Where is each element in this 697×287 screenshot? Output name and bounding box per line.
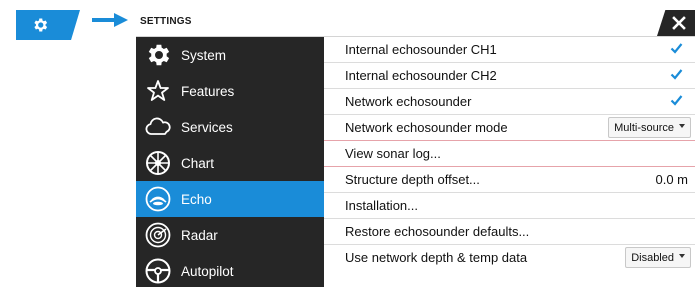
settings-dialog: SETTINGS System Features Services Chart …: [136, 10, 695, 287]
close-button[interactable]: [657, 10, 695, 36]
steering-wheel-icon: [145, 258, 171, 284]
network-mode-dropdown[interactable]: Multi-source: [608, 117, 691, 138]
sidebar: System Features Services Chart Echo Rada…: [136, 37, 324, 287]
chart-wheel-icon: [146, 151, 170, 175]
sidebar-item-echo[interactable]: Echo: [136, 181, 324, 217]
checkmark-icon[interactable]: [670, 68, 683, 80]
sidebar-item-autopilot[interactable]: Autopilot: [136, 253, 324, 287]
echo-icon: [145, 186, 171, 212]
sidebar-item-label: Chart: [181, 155, 215, 171]
cloud-icon: [145, 117, 171, 135]
setting-label: Internal echosounder CH2: [345, 68, 497, 83]
sidebar-item-services[interactable]: Services: [136, 109, 324, 145]
setting-label: Use network depth & temp data: [345, 250, 528, 265]
checkmark-icon[interactable]: [670, 94, 683, 106]
close-icon: [672, 16, 686, 30]
sidebar-item-label: Services: [181, 119, 233, 135]
setting-row-installation[interactable]: Installation...: [324, 193, 695, 219]
setting-row-network-mode: Network echosounder mode Multi-source: [324, 115, 695, 141]
dialog-title: SETTINGS: [140, 16, 192, 27]
setting-row-structure-depth-offset[interactable]: Structure depth offset... 0.0 m: [324, 167, 695, 193]
sidebar-item-label: Features: [181, 83, 235, 99]
setting-label: View sonar log...: [345, 146, 441, 161]
sidebar-item-label: Radar: [181, 227, 218, 243]
setting-row-internal-ch1[interactable]: Internal echosounder CH1: [324, 37, 695, 63]
sidebar-item-radar[interactable]: Radar: [136, 217, 324, 253]
sidebar-item-label: Autopilot: [181, 263, 234, 279]
sidebar-item-features[interactable]: Features: [136, 73, 324, 109]
sidebar-item-system[interactable]: System: [136, 37, 324, 73]
sidebar-item-chart[interactable]: Chart: [136, 145, 324, 181]
setting-label: Structure depth offset...: [345, 172, 480, 187]
gear-icon: [148, 44, 170, 66]
setting-value: 0.0 m: [655, 172, 688, 187]
setting-row-network-depth-temp: Use network depth & temp data Disabled: [324, 245, 695, 270]
star-icon: [147, 80, 169, 101]
network-depth-temp-dropdown[interactable]: Disabled: [625, 247, 691, 268]
setting-row-restore-defaults[interactable]: Restore echosounder defaults...: [324, 219, 695, 245]
gear-icon: [34, 18, 48, 32]
setting-label: Network echosounder mode: [345, 120, 508, 135]
settings-list: Internal echosounder CH1 Internal echoso…: [324, 37, 695, 287]
setting-label: Installation...: [345, 198, 418, 213]
dropdown-value: Multi-source: [614, 121, 674, 134]
radar-icon: [145, 222, 171, 248]
setting-label: Network echosounder: [345, 94, 472, 109]
settings-tab[interactable]: [16, 10, 80, 40]
dropdown-value: Disabled: [631, 251, 674, 264]
setting-label: Restore echosounder defaults...: [345, 224, 530, 239]
title-bar: SETTINGS: [136, 10, 695, 37]
sidebar-item-label: Echo: [181, 191, 212, 207]
chevron-down-icon: [679, 254, 685, 258]
setting-row-view-sonar-log[interactable]: View sonar log...: [324, 141, 695, 167]
arrow-right-icon: [92, 13, 128, 27]
checkmark-icon[interactable]: [670, 42, 683, 54]
setting-row-internal-ch2[interactable]: Internal echosounder CH2: [324, 63, 695, 89]
setting-label: Internal echosounder CH1: [345, 42, 497, 57]
chevron-down-icon: [679, 124, 685, 128]
setting-row-network-echosounder[interactable]: Network echosounder: [324, 89, 695, 115]
screen: SETTINGS System Features Services Chart …: [0, 0, 697, 287]
sidebar-item-label: System: [181, 47, 227, 63]
